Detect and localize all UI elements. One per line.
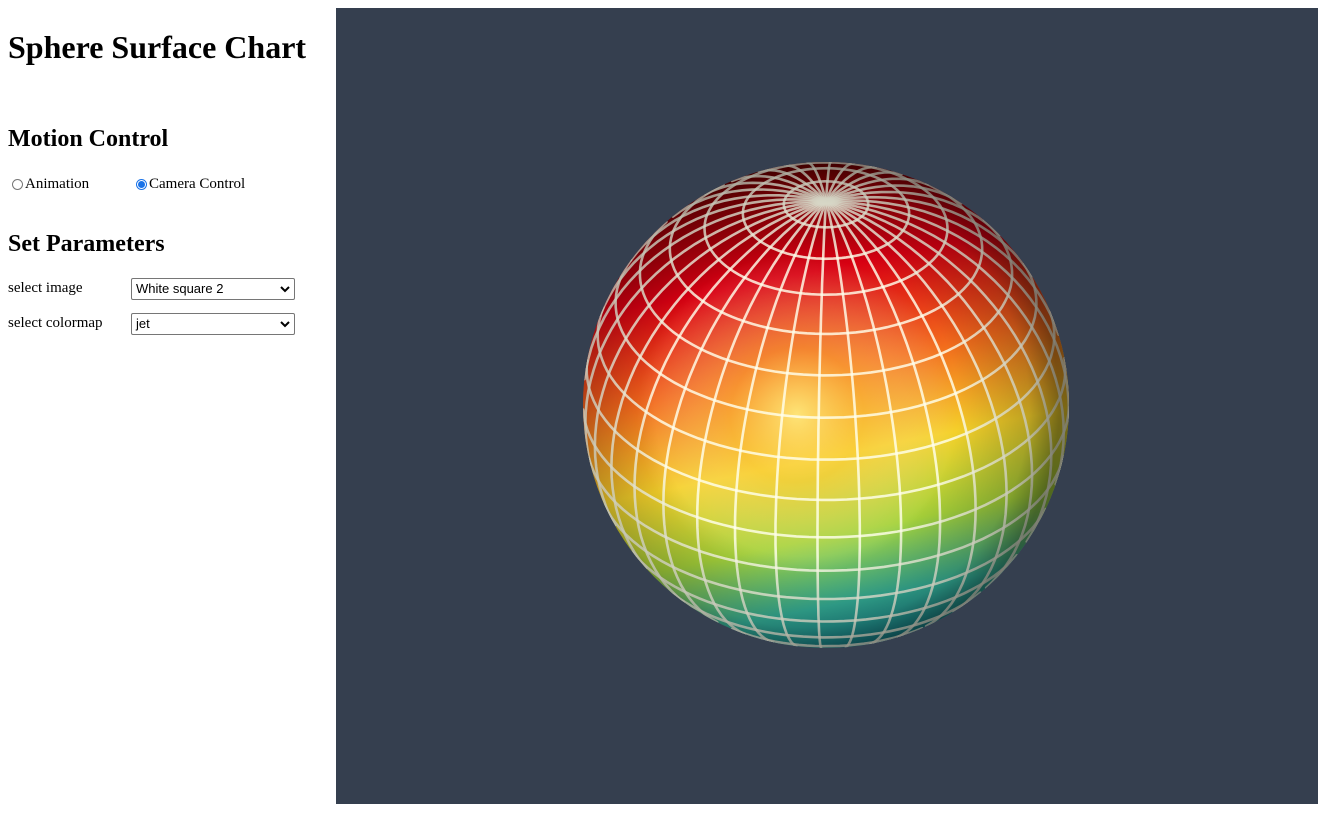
control-panel: Sphere Surface Chart Motion Control Anim… <box>8 0 328 816</box>
page-title: Sphere Surface Chart <box>8 29 307 65</box>
animation-radio-button[interactable] <box>12 178 23 190</box>
select-colormap-label: select colormap <box>8 315 103 331</box>
animation-radio-label: Animation <box>25 176 90 192</box>
sphere-edge-shade <box>583 162 1069 648</box>
motion-control-heading: Motion Control <box>8 126 169 152</box>
camera-control-radio-button[interactable] <box>136 178 147 190</box>
select-colormap-dropdown[interactable]: jet <box>131 313 295 335</box>
set-parameters-heading: Set Parameters <box>8 231 165 257</box>
select-colormap-value: jet <box>136 316 150 331</box>
camera-control-radio-option[interactable]: Camera Control <box>136 174 245 194</box>
chevron-down-icon <box>280 286 290 293</box>
sphere-surface-render[interactable] <box>336 8 1318 804</box>
select-colormap-row: select colormap jet <box>8 313 308 335</box>
select-image-label: select image <box>8 280 83 296</box>
chevron-down-icon <box>280 321 290 328</box>
app: Sphere Surface Chart Motion Control Anim… <box>0 0 1326 816</box>
animation-radio-option[interactable]: Animation <box>12 174 89 194</box>
3d-viewport[interactable] <box>336 8 1318 804</box>
select-image-row: select image White square 2 <box>8 278 308 300</box>
select-image-dropdown[interactable]: White square 2 <box>131 278 295 300</box>
select-image-value: White square 2 <box>136 281 224 296</box>
camera-control-radio-label: Camera Control <box>149 176 246 192</box>
